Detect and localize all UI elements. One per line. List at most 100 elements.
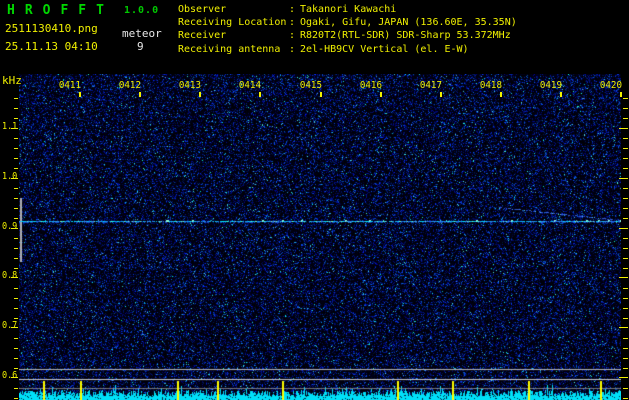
time-tick [259, 92, 261, 97]
time-tick-label: 0415 [299, 80, 322, 91]
freq-minor-tick-right [623, 168, 628, 169]
freq-major-tick [11, 128, 18, 129]
freq-tick-label: 1.1 [1, 121, 18, 132]
freq-tick-label: 1.0 [1, 171, 18, 182]
freq-minor-tick [14, 268, 18, 269]
freq-minor-tick [14, 188, 18, 189]
time-tick [199, 92, 201, 97]
freq-minor-tick-right [623, 348, 628, 349]
freq-minor-tick-right [623, 258, 628, 259]
info-label: Receiving Location [178, 17, 287, 29]
freq-minor-tick [14, 108, 18, 109]
time-tick [320, 92, 322, 97]
observation-mode: meteor [122, 27, 162, 40]
freq-minor-tick-right [623, 218, 628, 219]
freq-minor-tick-right [623, 298, 628, 299]
freq-minor-tick [14, 348, 18, 349]
time-tick [500, 92, 502, 97]
freq-minor-tick-right [623, 318, 628, 319]
app-version: 1.0.0 [124, 5, 160, 16]
time-tick [560, 92, 562, 97]
freq-minor-tick [14, 198, 18, 199]
freq-minor-tick [14, 118, 18, 119]
freq-tick-label: 0.6 [1, 370, 18, 381]
output-filename: 2511130410.png [5, 22, 98, 35]
info-separator: : [289, 4, 296, 15]
y-axis-unit-label: kHz [2, 74, 22, 87]
freq-major-tick-right [619, 228, 628, 229]
freq-major-tick [11, 228, 18, 229]
info-label: Receiver [178, 30, 227, 42]
freq-minor-tick-right [623, 98, 628, 99]
freq-major-tick [11, 327, 18, 328]
freq-minor-tick-right [623, 388, 628, 389]
freq-tick-label: 0.7 [1, 320, 18, 331]
freq-minor-tick-right [623, 358, 628, 359]
freq-minor-tick-right [623, 148, 628, 149]
freq-tick-label: 0.8 [1, 270, 18, 281]
freq-major-tick [11, 377, 18, 378]
freq-major-tick-right [619, 377, 628, 378]
station-info-row: Receiving Location: Ogaki, Gifu, JAPAN (1… [178, 16, 517, 29]
info-separator: : [289, 30, 296, 42]
freq-minor-tick [14, 168, 18, 169]
freq-minor-tick [14, 218, 18, 219]
info-value: R820T2(RTL-SDR) SDR-Sharp 53.372MHz [300, 30, 511, 42]
freq-minor-tick-right [623, 138, 628, 139]
freq-minor-tick [14, 98, 18, 99]
freq-minor-tick [14, 258, 18, 259]
time-tick [380, 92, 382, 97]
freq-major-tick-right [619, 128, 628, 129]
time-tick-label: 0413 [178, 80, 201, 91]
freq-minor-tick [14, 338, 18, 339]
info-label: Observer [178, 4, 227, 15]
freq-minor-tick-right [623, 268, 628, 269]
time-tick [139, 92, 141, 97]
spectrogram-canvas [19, 74, 621, 400]
freq-minor-tick-right [623, 188, 628, 189]
time-tick-label: 0412 [118, 80, 141, 91]
freq-major-tick-right [619, 327, 628, 328]
observation-datetime: 25.11.13 04:10 [5, 40, 98, 53]
freq-minor-tick [14, 138, 18, 139]
info-separator: : [289, 17, 296, 29]
freq-minor-tick [14, 158, 18, 159]
time-tick-label: 0417 [419, 80, 442, 91]
freq-minor-tick-right [623, 158, 628, 159]
freq-minor-tick [14, 238, 18, 239]
station-info-row: Observer: Takanori Kawachi [178, 3, 517, 16]
freq-minor-tick-right [623, 208, 628, 209]
freq-minor-tick-right [623, 108, 628, 109]
freq-minor-tick-right [623, 338, 628, 339]
info-value: Takanori Kawachi [300, 4, 397, 15]
freq-minor-tick [14, 318, 18, 319]
freq-minor-tick [14, 358, 18, 359]
time-tick [440, 92, 442, 97]
time-tick-label: 0420 [599, 80, 622, 91]
freq-minor-tick-right [623, 398, 628, 399]
freq-major-tick [11, 277, 18, 278]
info-label: Receiving antenna [178, 43, 281, 55]
time-tick-label: 0419 [539, 80, 562, 91]
freq-minor-tick [14, 148, 18, 149]
hrofft-spectrogram-screen: HROFFT 1.0.0 2511130410.png meteor 25.11… [0, 0, 629, 400]
freq-minor-tick-right [623, 248, 628, 249]
time-tick-label: 0418 [479, 80, 502, 91]
station-info-row: Receiving antenna:2el-HB9CV Vertical (el… [178, 43, 517, 56]
freq-major-tick-right [619, 178, 628, 179]
freq-minor-tick-right [623, 118, 628, 119]
freq-minor-tick [14, 288, 18, 289]
meteor-count: 9 [137, 40, 144, 53]
freq-major-tick-right [619, 277, 628, 278]
freq-minor-tick-right [623, 238, 628, 239]
time-tick [620, 92, 622, 97]
station-info-block: Observer: Takanori Kawachi Receiving Locat… [178, 3, 517, 56]
info-separator: : [289, 43, 296, 55]
freq-minor-tick [14, 388, 18, 389]
time-tick-label: 0411 [58, 80, 81, 91]
freq-minor-tick [14, 368, 18, 369]
freq-minor-tick-right [623, 288, 628, 289]
freq-minor-tick-right [623, 308, 628, 309]
app-title: HROFFT [7, 3, 114, 18]
freq-minor-tick [14, 208, 18, 209]
